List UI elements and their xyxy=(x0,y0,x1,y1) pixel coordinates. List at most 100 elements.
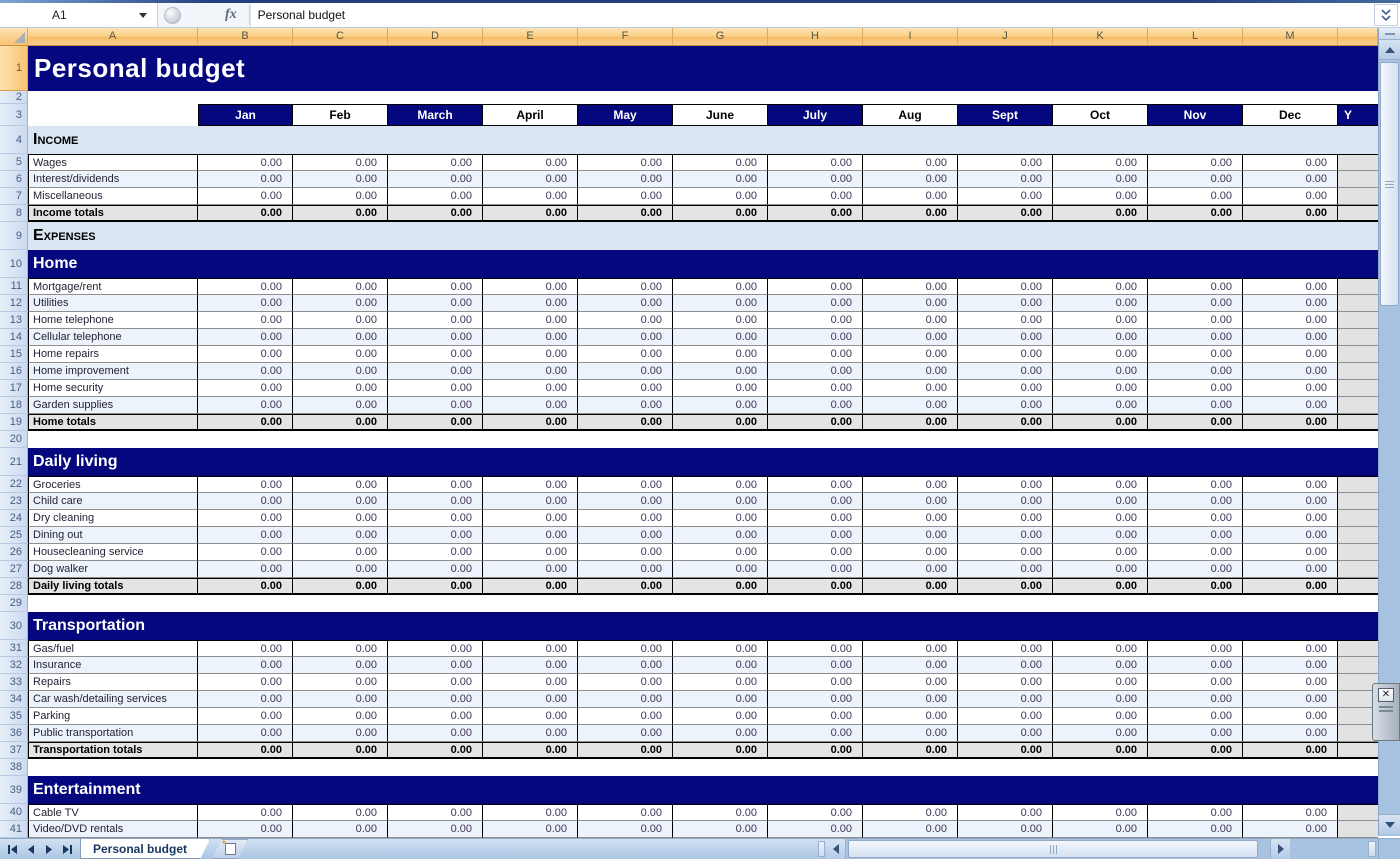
value-cell[interactable]: 0.00 xyxy=(673,493,768,510)
value-cell[interactable]: 0.00 xyxy=(388,205,483,222)
value-cell[interactable]: 0.00 xyxy=(578,312,673,329)
value-cell[interactable]: 0.00 xyxy=(198,691,293,708)
value-cell[interactable]: 0.00 xyxy=(578,674,673,691)
row-label-cell[interactable]: Home telephone xyxy=(28,312,198,329)
value-cell[interactable]: 0.00 xyxy=(1148,346,1243,363)
value-cell[interactable]: 0.00 xyxy=(578,363,673,380)
value-cell[interactable]: 0.00 xyxy=(958,363,1053,380)
value-cell[interactable]: 0.00 xyxy=(863,278,958,295)
value-cell[interactable]: 0.00 xyxy=(198,708,293,725)
year-total-cell-partial[interactable] xyxy=(1338,397,1378,414)
scrollbar-split-box[interactable] xyxy=(1379,28,1400,40)
row-header[interactable]: 1 xyxy=(0,46,28,91)
row-header[interactable]: 33 xyxy=(0,674,28,691)
row-label-cell[interactable]: Dog walker xyxy=(28,561,198,578)
value-cell[interactable]: 0.00 xyxy=(958,295,1053,312)
row-label-cell[interactable]: Video/DVD rentals xyxy=(28,821,198,838)
value-cell[interactable]: 0.00 xyxy=(768,154,863,171)
value-cell[interactable]: 0.00 xyxy=(673,742,768,759)
value-cell[interactable]: 0.00 xyxy=(1053,725,1148,742)
value-cell[interactable]: 0.00 xyxy=(1053,544,1148,561)
value-cell[interactable]: 0.00 xyxy=(578,561,673,578)
value-cell[interactable]: 0.00 xyxy=(483,397,578,414)
value-cell[interactable]: 0.00 xyxy=(1148,380,1243,397)
value-cell[interactable]: 0.00 xyxy=(1053,493,1148,510)
value-cell[interactable]: 0.00 xyxy=(768,821,863,838)
row-header[interactable]: 10 xyxy=(0,250,28,278)
value-cell[interactable]: 0.00 xyxy=(1148,171,1243,188)
value-cell[interactable]: 0.00 xyxy=(768,380,863,397)
category-banner-cell[interactable]: Daily living xyxy=(28,448,1378,476)
value-cell[interactable]: 0.00 xyxy=(863,674,958,691)
year-total-cell-partial[interactable] xyxy=(1338,363,1378,380)
value-cell[interactable]: 0.00 xyxy=(483,188,578,205)
name-box[interactable]: A1 xyxy=(0,3,158,27)
value-cell[interactable]: 0.00 xyxy=(673,363,768,380)
value-cell[interactable]: 0.00 xyxy=(768,363,863,380)
value-cell[interactable]: 0.00 xyxy=(1053,414,1148,431)
value-cell[interactable]: 0.00 xyxy=(1148,578,1243,595)
value-cell[interactable]: 0.00 xyxy=(958,821,1053,838)
value-cell[interactable]: 0.00 xyxy=(768,691,863,708)
value-cell[interactable]: 0.00 xyxy=(1243,329,1338,346)
value-cell[interactable]: 0.00 xyxy=(1243,278,1338,295)
value-cell[interactable]: 0.00 xyxy=(1243,205,1338,222)
row-label-cell[interactable]: Housecleaning service xyxy=(28,544,198,561)
row-header[interactable]: 16 xyxy=(0,363,28,380)
value-cell[interactable]: 0.00 xyxy=(293,510,388,527)
category-banner-cell[interactable]: Transportation xyxy=(28,612,1378,640)
value-cell[interactable]: 0.00 xyxy=(1148,821,1243,838)
year-total-cell-partial[interactable] xyxy=(1338,414,1378,431)
value-cell[interactable]: 0.00 xyxy=(863,346,958,363)
value-cell[interactable]: 0.00 xyxy=(958,578,1053,595)
value-cell[interactable]: 0.00 xyxy=(198,578,293,595)
formula-input[interactable]: Personal budget xyxy=(250,3,1400,27)
value-cell[interactable]: 0.00 xyxy=(293,363,388,380)
value-cell[interactable]: 0.00 xyxy=(768,346,863,363)
value-cell[interactable]: 0.00 xyxy=(1053,154,1148,171)
month-header-cell[interactable]: May xyxy=(578,104,673,126)
value-cell[interactable]: 0.00 xyxy=(578,804,673,821)
formula-bar-expand-button[interactable] xyxy=(1374,4,1398,26)
value-cell[interactable]: 0.00 xyxy=(1053,476,1148,493)
value-cell[interactable]: 0.00 xyxy=(1053,691,1148,708)
row-label-cell[interactable]: Utilities xyxy=(28,295,198,312)
value-cell[interactable]: 0.00 xyxy=(293,329,388,346)
value-cell[interactable]: 0.00 xyxy=(293,742,388,759)
value-cell[interactable]: 0.00 xyxy=(483,657,578,674)
row-label-cell[interactable]: Miscellaneous xyxy=(28,188,198,205)
value-cell[interactable]: 0.00 xyxy=(578,657,673,674)
row-label-cell[interactable]: Home totals xyxy=(28,414,198,431)
value-cell[interactable]: 0.00 xyxy=(388,154,483,171)
empty-row-cell[interactable] xyxy=(28,91,1378,104)
value-cell[interactable]: 0.00 xyxy=(578,640,673,657)
scroll-down-button[interactable] xyxy=(1379,814,1400,834)
value-cell[interactable]: 0.00 xyxy=(1243,544,1338,561)
value-cell[interactable]: 0.00 xyxy=(958,640,1053,657)
value-cell[interactable]: 0.00 xyxy=(293,414,388,431)
value-cell[interactable]: 0.00 xyxy=(863,476,958,493)
year-total-cell-partial[interactable] xyxy=(1338,510,1378,527)
year-total-cell-partial[interactable] xyxy=(1338,493,1378,510)
value-cell[interactable]: 0.00 xyxy=(1243,561,1338,578)
row-label-cell[interactable]: Child care xyxy=(28,493,198,510)
row-header[interactable]: 11 xyxy=(0,278,28,295)
value-cell[interactable]: 0.00 xyxy=(1148,414,1243,431)
value-cell[interactable]: 0.00 xyxy=(483,708,578,725)
last-sheet-button[interactable] xyxy=(60,841,74,857)
value-cell[interactable]: 0.00 xyxy=(1053,821,1148,838)
column-header[interactable]: E xyxy=(483,28,578,46)
value-cell[interactable]: 0.00 xyxy=(198,346,293,363)
close-icon[interactable]: ✕ xyxy=(1378,688,1394,702)
row-label-cell[interactable]: Home improvement xyxy=(28,363,198,380)
row-label-cell[interactable]: Home repairs xyxy=(28,346,198,363)
value-cell[interactable]: 0.00 xyxy=(388,414,483,431)
value-cell[interactable]: 0.00 xyxy=(673,295,768,312)
value-cell[interactable]: 0.00 xyxy=(863,657,958,674)
row-header[interactable]: 5 xyxy=(0,154,28,171)
value-cell[interactable]: 0.00 xyxy=(863,312,958,329)
value-cell[interactable]: 0.00 xyxy=(578,205,673,222)
value-cell[interactable]: 0.00 xyxy=(483,278,578,295)
value-cell[interactable]: 0.00 xyxy=(578,346,673,363)
value-cell[interactable]: 0.00 xyxy=(1243,510,1338,527)
